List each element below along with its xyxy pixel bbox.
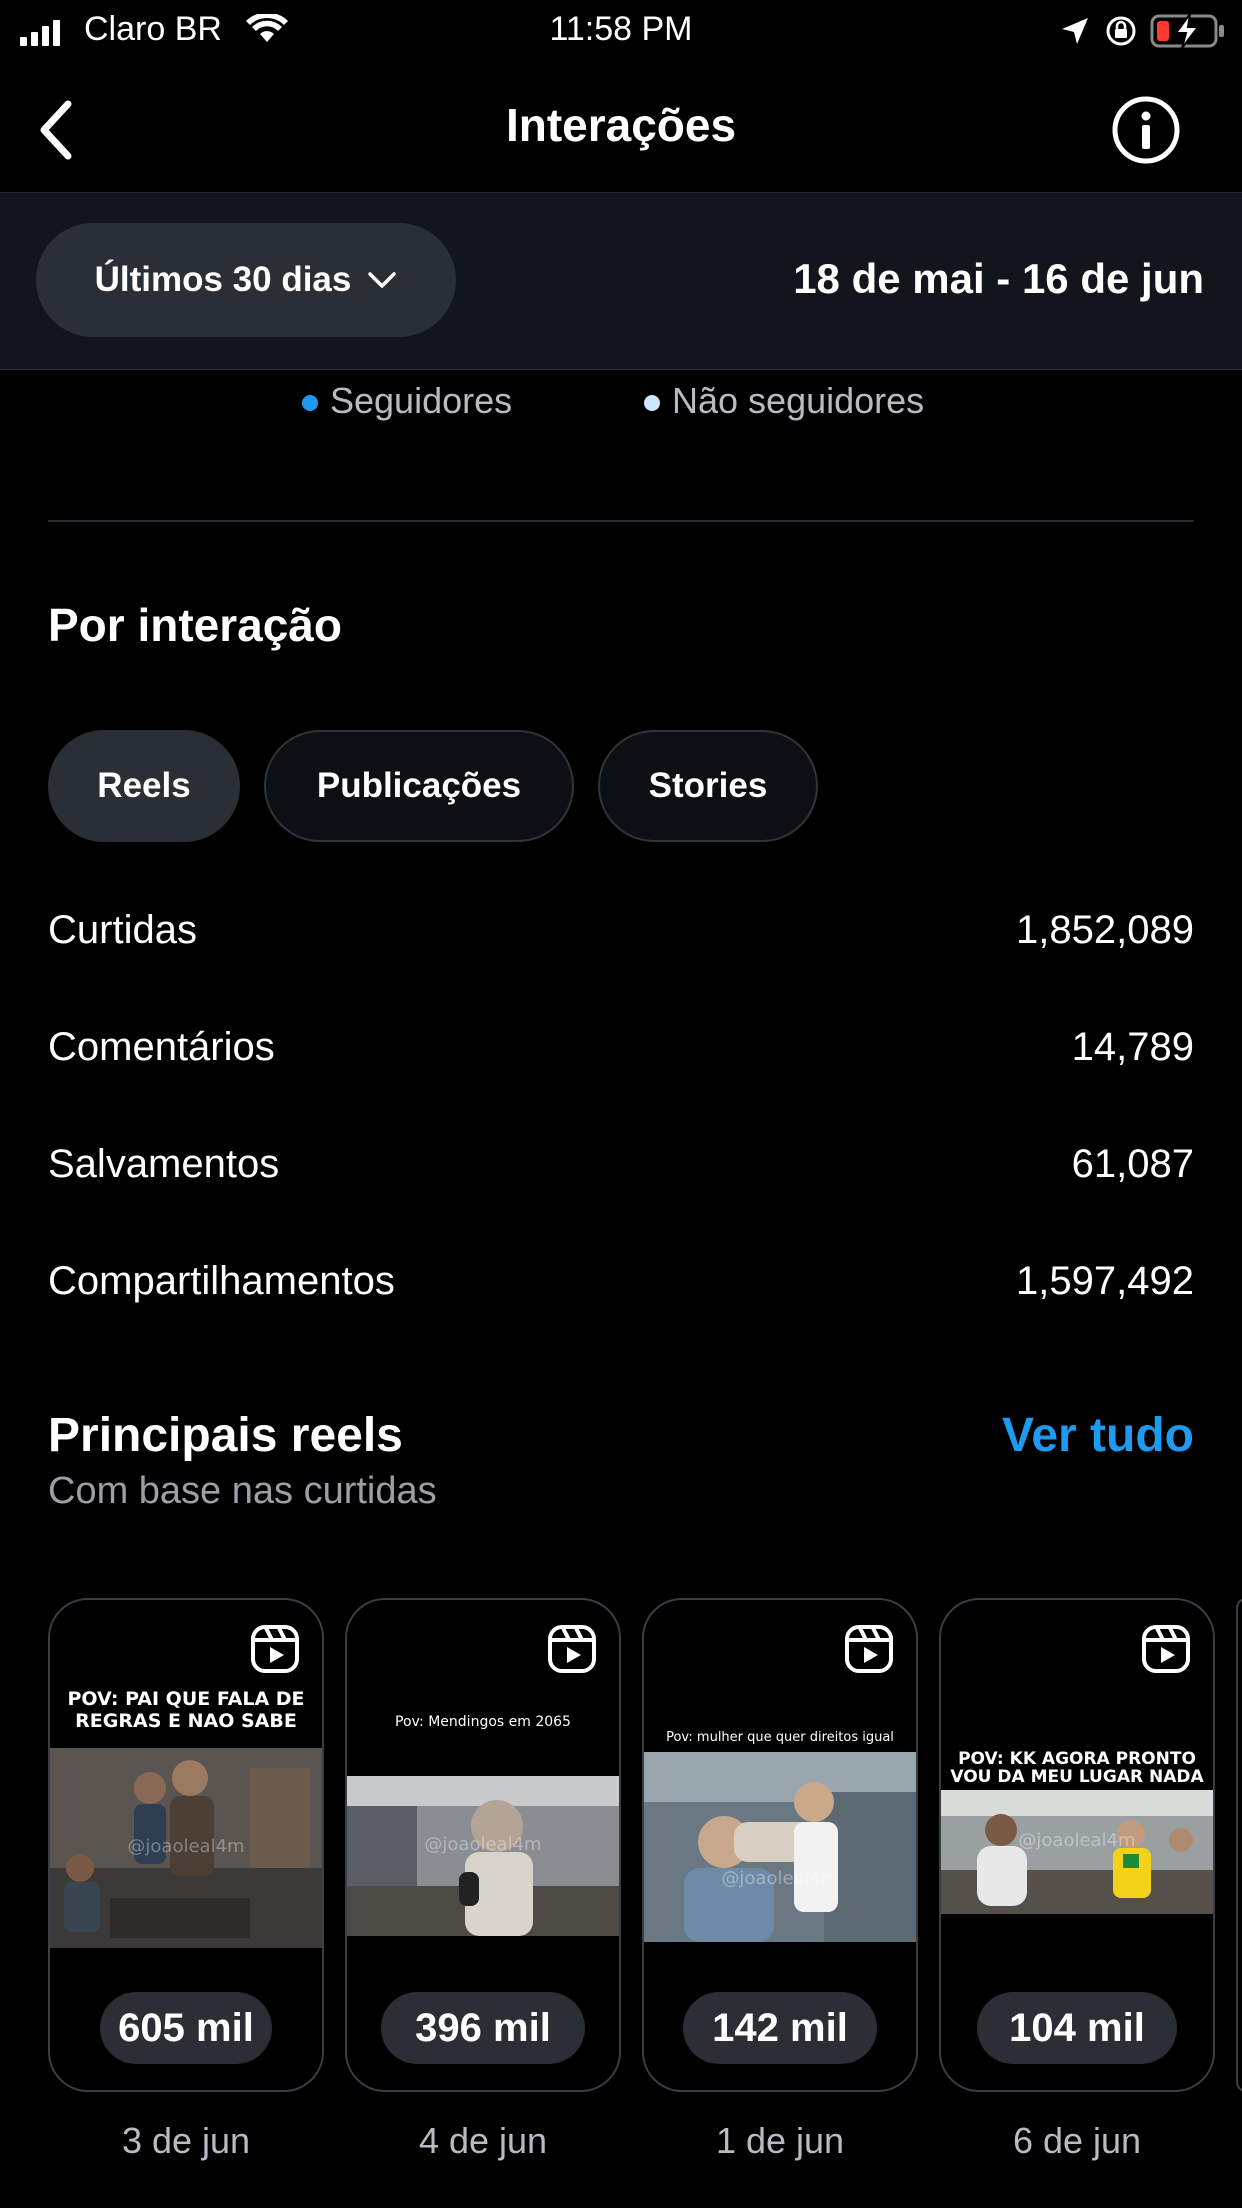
reel-thumbnail: @joaoleal4m bbox=[644, 1752, 916, 1942]
metric-label: Salvamentos bbox=[48, 1142, 280, 1186]
reel-date: 3 de jun bbox=[121, 2120, 251, 2161]
reel-like-count: 396 mil bbox=[381, 1992, 585, 2064]
metric-label: Comentários bbox=[48, 1025, 275, 1069]
tab-stories[interactable]: Stories bbox=[598, 730, 818, 842]
watermark: @joaoleal4m bbox=[127, 1836, 244, 1857]
metric-value: 14,789 bbox=[1071, 1025, 1194, 1069]
section-subtitle: Com base nas curtidas bbox=[48, 1470, 437, 1512]
reel-date: 4 de jun bbox=[418, 2120, 548, 2161]
reel-thumbnail: @joaoleal4m bbox=[941, 1790, 1213, 1914]
nav-bar: Interações bbox=[0, 70, 1242, 190]
watermark: @joaoleal4m bbox=[1018, 1830, 1135, 1851]
metric-value: 61,087 bbox=[1071, 1142, 1194, 1186]
reel-like-count: 605 mil bbox=[100, 1992, 272, 2064]
reel-date: 1 de jun bbox=[715, 2120, 845, 2161]
see-all-link[interactable]: Ver tudo bbox=[1002, 1408, 1194, 1463]
section-title-by-interaction: Por interação bbox=[48, 599, 342, 651]
legend-item-non-followers: Não seguidores bbox=[644, 380, 924, 422]
reel-card[interactable]: POV: KK AGORA PRONTO VOU DA MEU LUGAR NA… bbox=[939, 1598, 1215, 2092]
metric-label: Curtidas bbox=[48, 908, 197, 952]
date-range-text: 18 de mai - 16 de jun bbox=[793, 255, 1204, 302]
reel-caption: Pov: Mendingos em 2065 bbox=[395, 1714, 571, 1730]
metric-row-comments: Comentários 14,789 bbox=[48, 1025, 1194, 1085]
reel-card[interactable]: Pov: Mendingos em 2065 @joaoleal4m 396 m… bbox=[345, 1598, 621, 2092]
clock: 11:58 PM bbox=[549, 10, 693, 48]
reel-caption: POV: KK AGORA PRONTO VOU DA MEU LUGAR NA… bbox=[950, 1749, 1204, 1787]
status-bar: Claro BR 11:58 PM bbox=[0, 0, 1242, 62]
reel-card[interactable]: Pov: mulher que quer direitos igual @joa… bbox=[642, 1598, 918, 2092]
reel-thumbnail: @joaoleal4m bbox=[347, 1776, 619, 1936]
section-title-top-reels: Principais reels bbox=[48, 1409, 403, 1462]
metric-value: 1,597,492 bbox=[1016, 1259, 1194, 1303]
reels-icon bbox=[1142, 1625, 1190, 1673]
chart-legend: Seguidores Não seguidores bbox=[0, 380, 1242, 430]
tab-publicacoes[interactable]: Publicações bbox=[264, 730, 574, 842]
reel-card-partial[interactable] bbox=[1236, 1598, 1242, 2092]
filter-bar: Últimos 30 dias 18 de mai - 16 de jun bbox=[0, 192, 1242, 370]
legend-dot-non-followers bbox=[644, 395, 660, 412]
location-arrow-icon bbox=[1062, 18, 1088, 44]
reel-date: 6 de jun bbox=[1012, 2120, 1142, 2161]
reel-card[interactable]: POV: PAI QUE FALA DE REGRAS E NAO SABE @… bbox=[48, 1598, 324, 2092]
reel-caption: Pov: mulher que quer direitos igual bbox=[666, 1730, 894, 1745]
watermark: @joaoleal4m bbox=[424, 1834, 541, 1855]
legend-dot-followers bbox=[302, 395, 318, 412]
metric-value: 1,852,089 bbox=[1016, 908, 1194, 952]
metric-label: Compartilhamentos bbox=[48, 1259, 395, 1303]
reel-thumbnail: @joaoleal4m bbox=[50, 1748, 322, 1948]
info-icon[interactable] bbox=[1110, 94, 1182, 166]
reel-like-count: 142 mil bbox=[683, 1992, 877, 2064]
battery-icon bbox=[1150, 13, 1224, 49]
reel-caption: POV: PAI QUE FALA DE REGRAS E NAO SABE bbox=[67, 1688, 305, 1732]
metric-row-shares: Compartilhamentos 1,597,492 bbox=[48, 1259, 1194, 1319]
page-title: Interações bbox=[505, 99, 737, 151]
reels-icon bbox=[251, 1625, 299, 1673]
watermark: @joaoleal4m bbox=[721, 1868, 838, 1889]
rotation-lock-icon bbox=[1106, 16, 1136, 46]
legend-item-followers: Seguidores bbox=[302, 380, 512, 422]
metric-row-saves: Salvamentos 61,087 bbox=[48, 1142, 1194, 1202]
divider bbox=[48, 520, 1194, 522]
chevron-down-icon bbox=[368, 272, 397, 288]
tab-reels[interactable]: Reels bbox=[48, 730, 240, 842]
metric-row-likes: Curtidas 1,852,089 bbox=[48, 908, 1194, 968]
reels-icon bbox=[845, 1625, 893, 1673]
date-range-dropdown-label: Últimos 30 dias bbox=[94, 260, 352, 299]
reel-like-count: 104 mil bbox=[977, 1992, 1177, 2064]
date-range-dropdown[interactable]: Últimos 30 dias bbox=[36, 223, 456, 337]
reels-icon bbox=[548, 1625, 596, 1673]
